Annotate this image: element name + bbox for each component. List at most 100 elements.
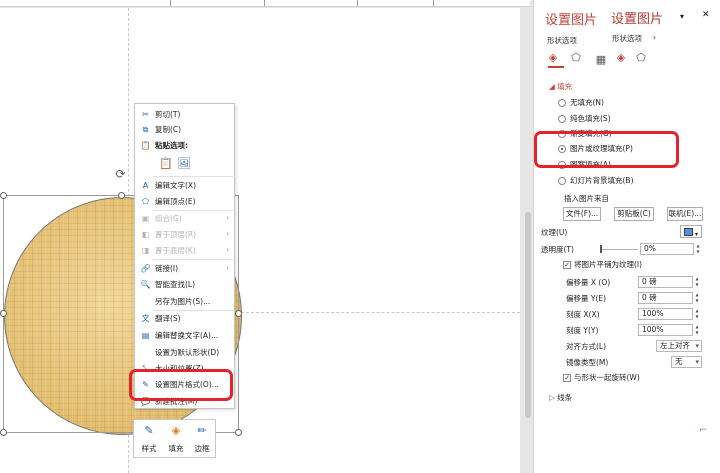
- slide-bg-fill-label: 幻灯片背景填充(B): [570, 176, 634, 185]
- align-dropdown[interactable]: 左上对齐: [656, 340, 702, 352]
- size-tab-icon[interactable]: ▦: [594, 53, 608, 67]
- highlight-format-picture: [129, 369, 233, 401]
- scale-x-spinner[interactable]: ▲ ▼: [694, 308, 700, 320]
- mirror-dropdown[interactable]: 无: [671, 356, 702, 368]
- mini-toolbar: ✎ 样式 ◈ 填充 ✏ 边框: [133, 419, 216, 458]
- paste-picture-icon[interactable]: 🖼: [177, 156, 191, 171]
- fill-button[interactable]: ◈ 填充: [163, 422, 189, 457]
- link-icon: 🔗: [140, 264, 151, 273]
- transparency-slider-thumb[interactable]: [600, 245, 602, 253]
- radio-slide-bg-fill[interactable]: [558, 177, 566, 185]
- paint-bucket-icon: ◈: [171, 424, 181, 437]
- resize-handle-tl[interactable]: [0, 192, 7, 199]
- tab-shape-options[interactable]: 形状选项: [547, 35, 577, 46]
- border-pen-icon: ✏: [197, 424, 207, 437]
- resize-handle-ml[interactable]: [0, 310, 7, 317]
- align-label: 对齐方式(L): [566, 342, 607, 351]
- menu-item-translate[interactable]: 文翻译(S): [135, 311, 234, 326]
- scale-x-label: 刻度 X(X): [566, 310, 600, 319]
- send-back-icon: ◨: [141, 246, 150, 255]
- radio-no-fill[interactable]: [558, 99, 566, 107]
- transparency-input[interactable]: 0%: [640, 243, 694, 255]
- pane-title-overlay: 设置图片: [611, 8, 668, 27]
- rotate-with-shape-label: 与形状一起旋转(W): [574, 373, 640, 382]
- clipboard-icon: 📋: [140, 141, 151, 150]
- tab-shape-options-overlay[interactable]: 形状选项: [612, 33, 642, 44]
- fill-line-tab-icon[interactable]: ◈: [546, 51, 560, 65]
- texture-label: 纹理(U): [541, 228, 568, 237]
- scissors-icon: ✂: [142, 110, 149, 119]
- pane-menu-icon[interactable]: ▾: [680, 11, 684, 22]
- clipboard-button[interactable]: 剪贴板(C): [614, 207, 654, 221]
- pane-title: 设置图片: [545, 13, 598, 28]
- paste-keep-format-icon[interactable]: 📋: [159, 156, 173, 171]
- effects-tab-icon[interactable]: ⬠: [569, 51, 583, 65]
- menu-item-save-as-picture[interactable]: 另存为图片(S)...: [135, 294, 234, 309]
- menu-item-copy[interactable]: ⧉ 复制(C): [135, 122, 234, 137]
- online-button[interactable]: 联机(E)...: [667, 207, 703, 221]
- copy-icon: ⧉: [142, 125, 149, 134]
- close-icon[interactable]: ✕: [702, 10, 710, 21]
- resize-handle-bl[interactable]: [0, 429, 7, 436]
- edit-points-icon: ⬠: [142, 197, 149, 206]
- context-menu: ✂ 剪切(T) ⧉ 复制(C) 📋 粘贴选项: 📋 🖼 A 编辑文字(X) ⬠ 编辑顶点(…: [134, 103, 235, 409]
- menu-item-set-default-shape[interactable]: 设置为默认形状(D): [135, 345, 234, 360]
- format-picture-pane: 设置图片 设置图片 ▾ ✕ 形状选项 形状选项 › ◈ ⬠ ▦ ◈ ⬠ ◢ 填充…: [533, 0, 720, 473]
- resize-handle-mr[interactable]: [235, 310, 242, 317]
- texture-picker[interactable]: ▾: [680, 225, 702, 238]
- menu-item-cut[interactable]: ✂ 剪切(T): [135, 107, 234, 122]
- tab-more-icon[interactable]: ›: [653, 32, 656, 43]
- menu-item-edit-alt-text[interactable]: ▤ 编辑替换文字(A)...: [135, 328, 234, 343]
- highlight-picture-texture-fill: [534, 131, 679, 168]
- expand-icon: ▷: [549, 393, 555, 402]
- menu-item-edit-points[interactable]: ⬠ 编辑顶点(E): [135, 194, 234, 209]
- style-icon: ✎: [144, 424, 154, 437]
- transparency-label: 透明度(T): [541, 245, 574, 254]
- style-button[interactable]: ✎ 样式: [136, 422, 162, 457]
- offset-y-spinner[interactable]: ▲ ▼: [694, 292, 700, 304]
- offset-x-label: 偏移量 X (O): [566, 278, 611, 287]
- offset-x-spinner[interactable]: ▲ ▼: [694, 276, 700, 288]
- resize-grip-icon[interactable]: ⌐: [699, 425, 707, 436]
- rotate-handle-icon[interactable]: ⟳: [114, 168, 127, 181]
- solid-fill-label: 纯色填充(S): [570, 114, 611, 123]
- tile-label: 将图片平铺为纹理(I): [574, 260, 643, 269]
- border-button[interactable]: ✏ 边框: [189, 422, 215, 457]
- scale-y-spinner[interactable]: ▲ ▼: [694, 324, 700, 336]
- scale-y-input[interactable]: 100%: [638, 324, 693, 336]
- line-section-header[interactable]: ▷ 线条: [549, 392, 572, 403]
- offset-y-label: 偏移量 Y(E): [566, 294, 607, 303]
- menu-item-send-back: ◨ 置于底层(K) ›: [141, 246, 229, 255]
- menu-item-group: ▣ 组合(G) ›: [141, 214, 229, 223]
- offset-x-input[interactable]: 0 磅: [638, 276, 693, 288]
- file-button[interactable]: 文件(F)...: [563, 207, 601, 221]
- scale-x-input[interactable]: 100%: [638, 308, 693, 320]
- offset-y-input[interactable]: 0 磅: [638, 292, 693, 304]
- texture-swatch-icon: [684, 228, 694, 236]
- menu-item-edit-text[interactable]: A 编辑文字(X): [135, 178, 234, 193]
- mirror-label: 镜像类型(M): [566, 358, 609, 367]
- insert-from-label: 插入图片来自: [564, 194, 609, 203]
- menu-item-smart-lookup[interactable]: 🔍 智能查找(L): [135, 277, 234, 292]
- menu-item-paste-options: 📋 粘贴选项:: [140, 141, 188, 150]
- resize-handle-br[interactable]: [235, 429, 242, 436]
- effects-tab-icon-overlay[interactable]: ⬠: [634, 51, 648, 65]
- transparency-spinner[interactable]: ▲ ▼: [695, 243, 701, 255]
- fill-section-header[interactable]: ◢ 填充: [549, 81, 572, 92]
- resize-handle-tm[interactable]: [118, 192, 125, 199]
- vertical-scrollbar[interactable]: [525, 212, 531, 418]
- rotate-with-shape-checkbox[interactable]: ✓: [563, 374, 571, 382]
- collapse-icon: ◢: [549, 82, 555, 91]
- menu-item-link[interactable]: 🔗 链接(I) ›: [135, 261, 234, 276]
- ruler-strip: [0, 0, 530, 7]
- search-icon: 🔍: [140, 280, 151, 289]
- scale-y-label: 刻度 Y(Y): [566, 326, 599, 335]
- no-fill-label: 无填充(N): [570, 98, 604, 107]
- tile-checkbox[interactable]: ✓: [563, 261, 571, 269]
- edit-text-icon: A: [142, 181, 149, 190]
- fill-line-tab-icon-overlay[interactable]: ◈: [614, 51, 628, 65]
- slide-canvas-top: [0, 8, 520, 94]
- radio-solid-fill[interactable]: [558, 115, 566, 123]
- group-icon: ▣: [141, 214, 150, 223]
- menu-item-bring-front: ◧ 置于顶层(R) ›: [141, 230, 229, 239]
